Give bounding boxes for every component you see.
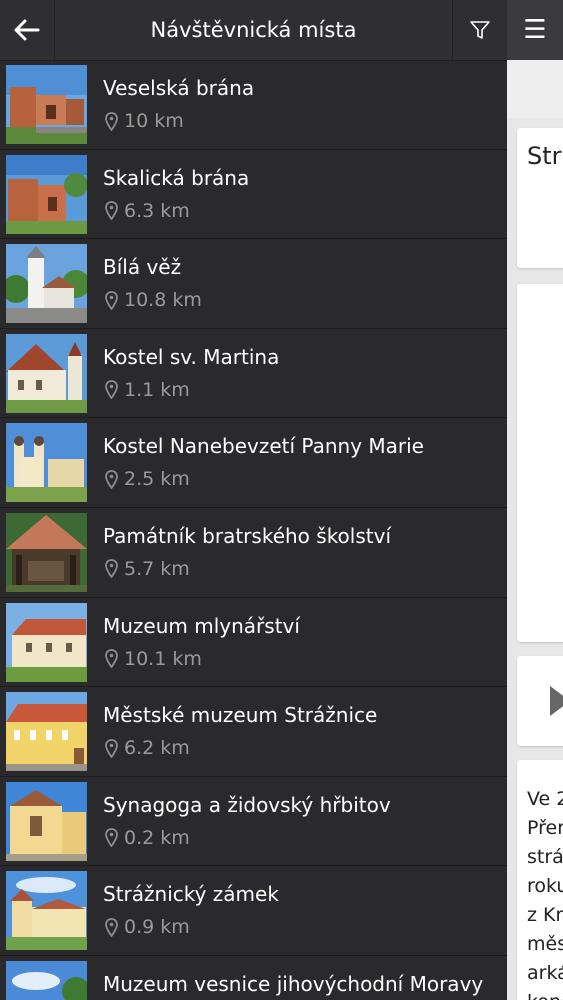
- place-thumbnail: [6, 65, 87, 144]
- back-button[interactable]: [0, 0, 55, 60]
- location-pin-icon: [105, 201, 118, 221]
- location-pin-icon: [105, 469, 118, 489]
- location-pin-icon: [105, 649, 118, 669]
- list-item[interactable]: Synagoga a židovský hřbitov 0.2 km: [0, 777, 507, 867]
- list-item[interactable]: Kostel Nanebevzetí Panny Marie 2.5 km: [0, 418, 507, 508]
- place-thumbnail: [6, 781, 87, 861]
- list-item[interactable]: Památník bratrského školství 5.7 km: [0, 508, 507, 598]
- place-distance: 10 km: [105, 110, 184, 132]
- list-item[interactable]: Bílá věž 10.8 km: [0, 239, 507, 329]
- location-pin-icon: [105, 111, 118, 131]
- detail-text-line: Ve 2: [527, 788, 563, 810]
- detail-text-card: Ve 2 Přer strá roku z Kr měs arká kone: [517, 760, 563, 1000]
- distance-value: 2.5 km: [124, 468, 190, 491]
- location-pin-icon: [105, 828, 118, 848]
- detail-media-card[interactable]: [517, 656, 563, 746]
- place-name: Památník bratrského školství: [103, 523, 392, 548]
- place-name: Synagoga a židovský hřbitov: [103, 792, 391, 817]
- place-thumbnail: [6, 512, 87, 592]
- list-item[interactable]: Muzeum vesnice jihovýchodní Moravy: [0, 956, 507, 1000]
- place-thumbnail: [6, 154, 87, 234]
- place-distance: 6.3 km: [105, 200, 190, 222]
- distance-value: 10 km: [124, 110, 184, 132]
- place-name: Kostel sv. Martina: [103, 344, 280, 369]
- place-name: Městské muzeum Strážnice: [103, 703, 378, 728]
- place-thumbnail: [6, 871, 87, 951]
- place-name: Kostel Nanebevzetí Panny Marie: [103, 434, 424, 459]
- place-distance: 0.2 km: [105, 827, 190, 849]
- page-title: Návštěvnická místa: [150, 18, 357, 42]
- place-thumbnail: [6, 244, 87, 324]
- location-pin-icon: [105, 559, 118, 579]
- place-thumbnail: [6, 692, 87, 772]
- detail-text-line: kone: [527, 991, 563, 1000]
- top-app-bar: Návštěvnická místa: [0, 0, 507, 61]
- back-arrow-icon: [14, 19, 40, 41]
- filter-button[interactable]: [452, 0, 507, 60]
- list-item[interactable]: Muzeum mlynářství 10.1 km: [0, 598, 507, 688]
- detail-text-line: arká: [527, 962, 563, 984]
- distance-value: 0.2 km: [124, 826, 190, 849]
- list-item[interactable]: Kostel sv. Martina 1.1 km: [0, 329, 507, 419]
- detail-topbar: ☰: [507, 0, 563, 60]
- place-thumbnail: [6, 333, 87, 413]
- detail-text-line: měs: [527, 933, 563, 955]
- list-item[interactable]: Veselská brána 10 km: [0, 60, 507, 150]
- play-icon[interactable]: [550, 686, 563, 716]
- place-distance: 2.5 km: [105, 468, 190, 490]
- place-name: Strážnický zámek: [103, 882, 279, 907]
- place-distance: 5.7 km: [105, 558, 190, 580]
- place-thumbnail: [6, 423, 87, 503]
- distance-value: 6.3 km: [124, 199, 190, 222]
- detail-text-line: roku: [527, 875, 563, 897]
- detail-heading: Str: [527, 142, 562, 170]
- detail-text-line: Přer: [527, 817, 563, 839]
- place-thumbnail: [6, 602, 87, 682]
- distance-value: 6.2 km: [124, 737, 190, 760]
- place-distance: 6.2 km: [105, 737, 190, 759]
- distance-value: 10.8 km: [124, 289, 202, 312]
- place-distance: 10.1 km: [105, 648, 202, 670]
- detail-panel-background: ☰ Str Ve 2 Přer strá roku z Kr měs arká …: [507, 0, 563, 1000]
- list-item[interactable]: Městské muzeum Strážnice 6.2 km: [0, 687, 507, 777]
- place-name: Veselská brána: [103, 76, 255, 100]
- place-thumbnail: [6, 960, 87, 1000]
- places-list: Veselská brána 10 km Skalická brána 6.3 …: [0, 60, 507, 1000]
- place-name: Skalická brána: [103, 165, 250, 190]
- place-name: Muzeum mlynářství: [103, 613, 300, 638]
- distance-value: 1.1 km: [124, 378, 190, 401]
- place-name: Muzeum vesnice jihovýchodní Moravy: [103, 971, 484, 996]
- hamburger-menu-icon[interactable]: ☰: [523, 17, 546, 43]
- location-pin-icon: [105, 738, 118, 758]
- distance-value: 10.1 km: [124, 647, 202, 670]
- place-distance: 1.1 km: [105, 379, 190, 401]
- location-pin-icon: [105, 380, 118, 400]
- location-pin-icon: [105, 917, 118, 937]
- place-name: Bílá věž: [103, 255, 182, 280]
- detail-text-line: strá: [527, 846, 563, 868]
- list-item[interactable]: Skalická brána 6.3 km: [0, 150, 507, 240]
- places-drawer: Návštěvnická místa Veselská brána 10 km …: [0, 0, 507, 1000]
- distance-value: 0.9 km: [124, 916, 190, 939]
- place-distance: 0.9 km: [105, 916, 190, 938]
- detail-band: [507, 60, 563, 118]
- distance-value: 5.7 km: [124, 557, 190, 580]
- detail-text-line: z Kr: [527, 904, 563, 926]
- detail-image-card: [517, 284, 563, 642]
- list-item[interactable]: Strážnický zámek 0.9 km: [0, 866, 507, 956]
- place-distance: 10.8 km: [105, 289, 202, 311]
- detail-title-card: Str: [517, 128, 563, 268]
- filter-icon: [470, 21, 490, 39]
- location-pin-icon: [105, 290, 118, 310]
